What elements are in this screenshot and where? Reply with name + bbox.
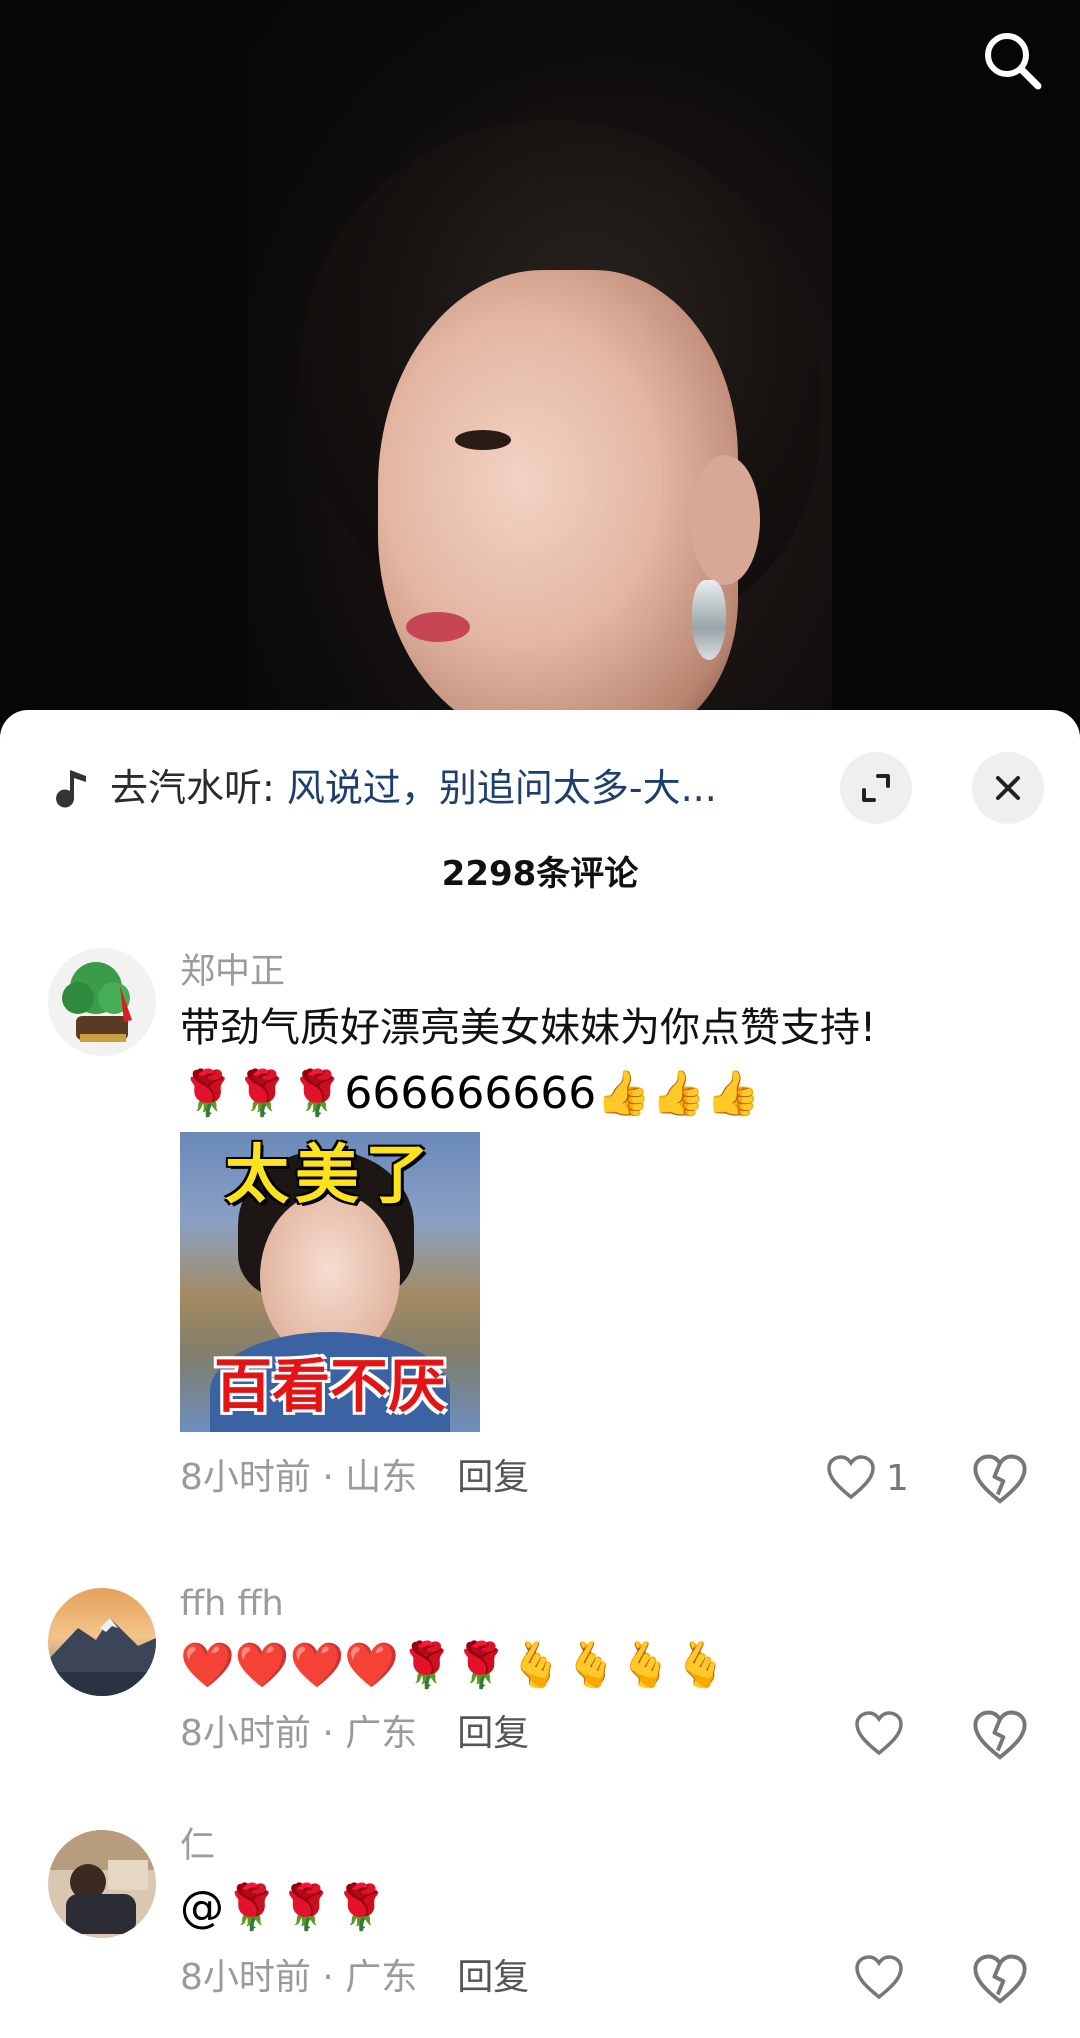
music-link[interactable]: 去汽水听: 风说过，别追问太多-大... xyxy=(110,762,790,814)
music-note-icon xyxy=(56,770,86,808)
comment-item: 仁 @🌹🌹🌹 8小时前 · 广东 回复 xyxy=(0,1822,1080,2022)
video-player[interactable] xyxy=(0,0,1080,740)
video-subject-lips xyxy=(406,612,470,642)
sticker-top-text: 太美了 xyxy=(225,1139,435,1213)
reply-button[interactable]: 回复 xyxy=(457,1957,529,1998)
music-bar[interactable]: 去汽水听: 风说过，别追问太多-大... xyxy=(0,742,1080,834)
comment-location: 广东 xyxy=(345,1713,418,1754)
username[interactable]: 郑中正 xyxy=(180,948,285,996)
avatar-image xyxy=(48,1830,156,1938)
like-button[interactable]: 1 xyxy=(826,1450,909,1506)
comment-text: 带劲气质好漂亮美女妹妹为你点赞支持! xyxy=(180,1005,877,1051)
meta-separator: · xyxy=(310,1457,346,1498)
broken-heart-icon[interactable] xyxy=(972,1452,1028,1508)
comment-meta: 8小时前 · 广东 回复 xyxy=(180,1952,529,2004)
avatar-image xyxy=(48,1588,156,1696)
comment-emojis: 🌹🌹🌹666666666👍👍👍 xyxy=(180,1068,761,1119)
avatar-image xyxy=(48,948,156,1056)
music-prefix: 去汽水听: xyxy=(110,766,287,810)
heart-icon xyxy=(827,1455,875,1500)
like-button[interactable] xyxy=(854,1706,914,1762)
comment-time: 8小时前 xyxy=(180,1457,311,1498)
video-subject-ear xyxy=(690,455,760,585)
comment-time: 8小时前 xyxy=(180,1957,311,1998)
comment-item: 郑中正 带劲气质好漂亮美女妹妹为你点赞支持! 🌹🌹🌹666666666👍👍👍 太… xyxy=(0,948,1080,1504)
like-count: 1 xyxy=(886,1457,909,1499)
close-icon xyxy=(996,776,1020,800)
comment-time: 8小时前 xyxy=(180,1713,311,1754)
comment-sheet: 去汽水听: 风说过，别追问太多-大... 2298条评论 郑中正 带劲气质好漂亮… xyxy=(0,710,1080,2038)
heart-icon xyxy=(855,1711,903,1756)
video-subject-face xyxy=(378,270,738,740)
close-button[interactable] xyxy=(972,752,1044,824)
video-subject-eye xyxy=(455,430,511,450)
expand-icon xyxy=(862,774,890,802)
username[interactable]: ffh ffh xyxy=(180,1580,284,1628)
music-song-title[interactable]: 风说过，别追问太多-大... xyxy=(287,766,717,810)
meta-separator: · xyxy=(310,1957,346,1998)
comment-item: ffh ffh ❤️❤️❤️❤️🌹🌹🫰🫰🫰🫰 8小时前 · 广东 回复 xyxy=(0,1580,1080,1780)
comment-location: 山东 xyxy=(345,1457,418,1498)
comment-emojis: @🌹🌹🌹 xyxy=(180,1882,389,1933)
search-button[interactable] xyxy=(976,24,1048,96)
reply-button[interactable]: 回复 xyxy=(457,1713,529,1754)
username[interactable]: 仁 xyxy=(180,1822,215,1870)
sticker-bottom-text: 百看不厌 xyxy=(213,1352,446,1420)
comment-meta: 8小时前 · 山东 回复 xyxy=(180,1452,529,1504)
reply-button[interactable]: 回复 xyxy=(457,1457,529,1498)
broken-heart-icon[interactable] xyxy=(972,1708,1028,1764)
expand-button[interactable] xyxy=(840,752,912,824)
video-subject-earring xyxy=(692,580,726,660)
like-button[interactable] xyxy=(854,1950,914,2006)
search-icon xyxy=(985,33,1042,90)
heart-icon xyxy=(855,1955,903,2000)
comment-meta: 8小时前 · 广东 回复 xyxy=(180,1708,529,1760)
comment-location: 广东 xyxy=(345,1957,418,1998)
comment-count: 2298条评论 xyxy=(441,854,639,894)
avatar[interactable] xyxy=(48,948,156,1056)
broken-heart-icon[interactable] xyxy=(972,1952,1028,2008)
meta-separator: · xyxy=(310,1713,346,1754)
comment-emojis: ❤️❤️❤️❤️🌹🌹🫰🫰🫰🫰 xyxy=(180,1640,728,1691)
avatar[interactable] xyxy=(48,1830,156,1938)
comment-sticker[interactable]: 太美了 百看不厌 xyxy=(180,1132,480,1432)
avatar[interactable] xyxy=(48,1588,156,1696)
